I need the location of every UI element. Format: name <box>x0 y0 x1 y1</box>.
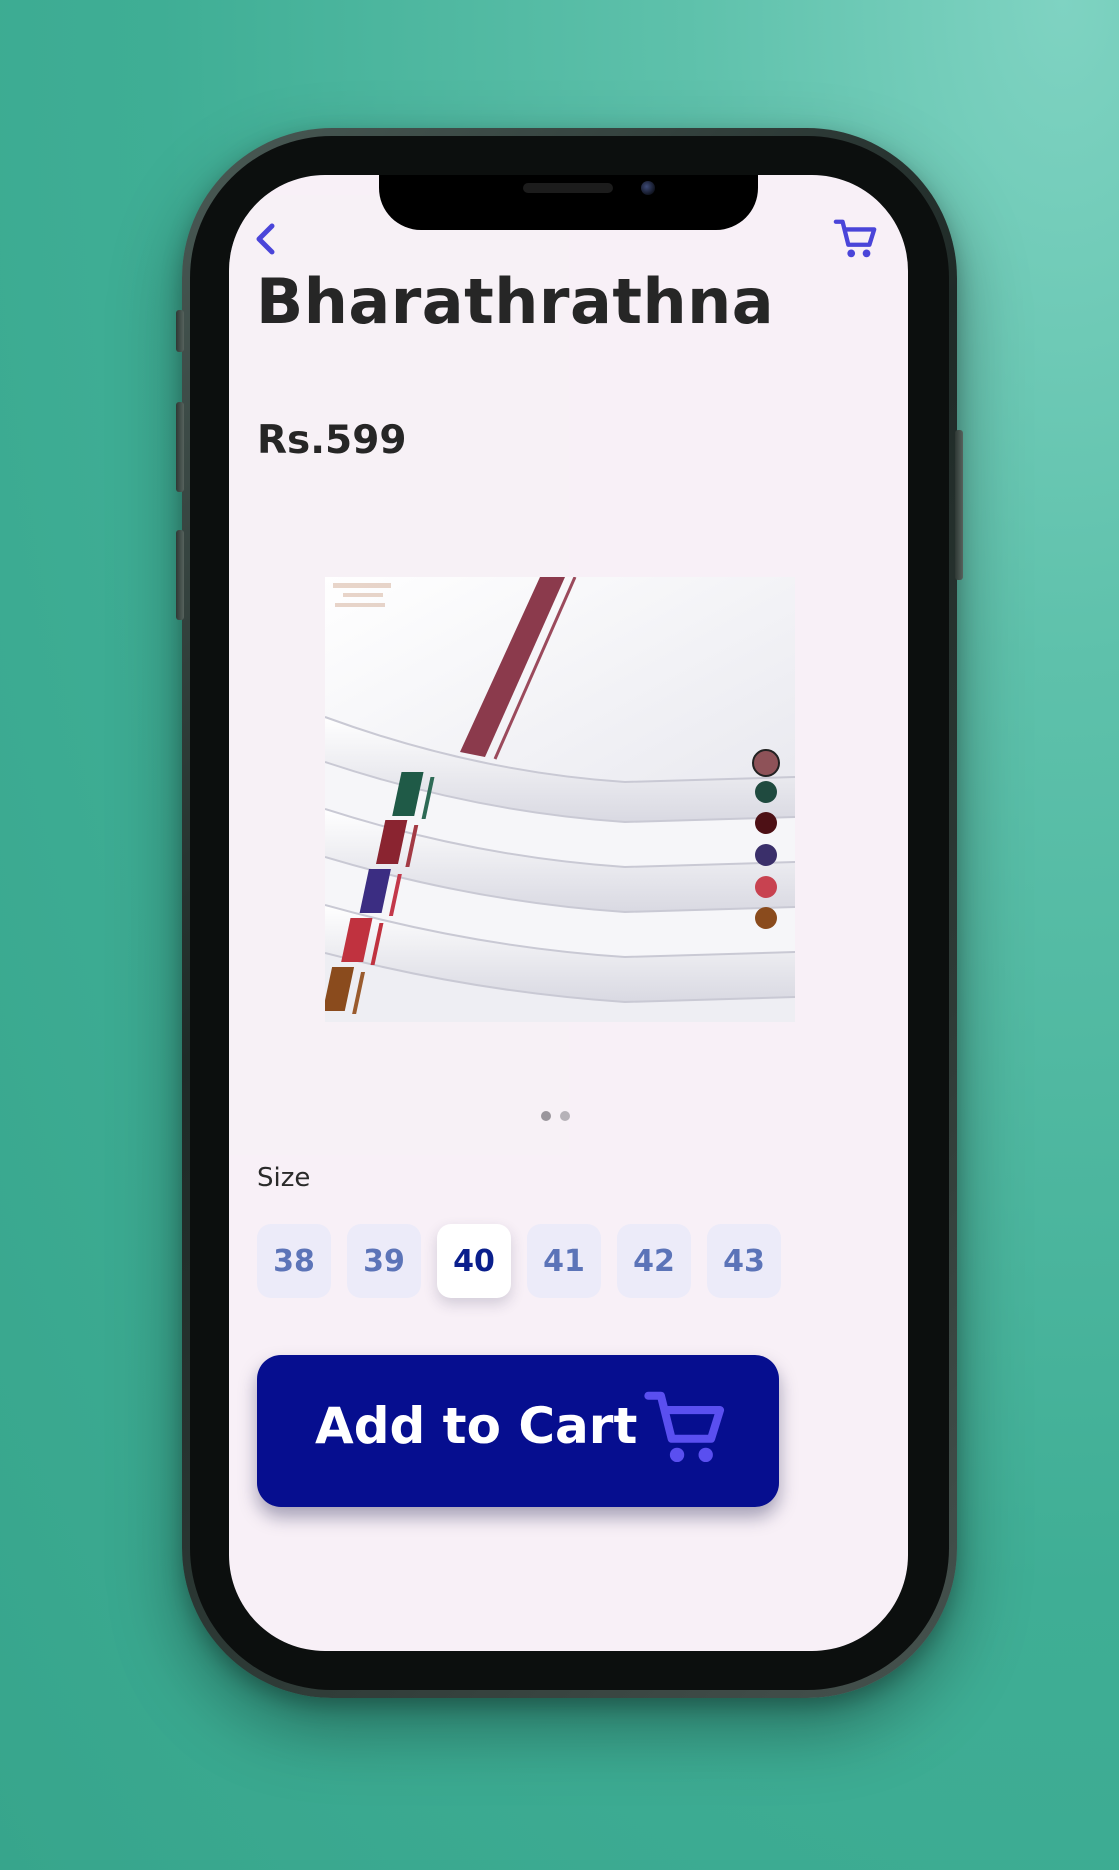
carousel-dot-2[interactable] <box>560 1111 570 1121</box>
size-option-38[interactable]: 38 <box>257 1224 331 1298</box>
size-option-41[interactable]: 41 <box>527 1224 601 1298</box>
product-price: Rs.599 <box>257 418 407 463</box>
chevron-left-icon <box>256 223 275 255</box>
color-swatch-2[interactable] <box>755 781 777 803</box>
volume-down-button <box>176 530 184 620</box>
color-swatch-5[interactable] <box>755 876 777 898</box>
shopping-cart-icon <box>833 219 877 258</box>
power-button <box>955 430 963 580</box>
color-swatch-6[interactable] <box>755 907 777 929</box>
size-option-40[interactable]: 40 <box>437 1224 511 1298</box>
back-button[interactable] <box>243 217 287 261</box>
size-option-43[interactable]: 43 <box>707 1224 781 1298</box>
phone-notch <box>379 175 758 230</box>
shopping-cart-icon <box>644 1391 725 1463</box>
volume-up-button <box>176 402 184 492</box>
add-to-cart-label: Add to Cart <box>315 1397 638 1455</box>
color-swatch-3[interactable] <box>755 812 777 834</box>
front-camera <box>641 181 655 195</box>
product-title: Bharathrathna <box>256 265 775 338</box>
app-screen: Bharathrathna Rs.599 Size 38 39 40 41 42… <box>229 175 908 1651</box>
silent-switch <box>176 310 184 352</box>
size-label: Size <box>257 1163 311 1193</box>
color-swatch-1[interactable] <box>752 749 780 777</box>
size-option-42[interactable]: 42 <box>617 1224 691 1298</box>
product-image[interactable] <box>322 576 796 1022</box>
carousel-dot-1[interactable] <box>541 1111 551 1121</box>
earpiece-speaker <box>523 183 613 193</box>
color-swatch-4[interactable] <box>755 844 777 866</box>
stacked-dhoti-illustration <box>322 576 796 1022</box>
add-to-cart-button[interactable]: Add to Cart <box>257 1355 779 1507</box>
cart-button[interactable] <box>828 211 884 267</box>
size-option-39[interactable]: 39 <box>347 1224 421 1298</box>
